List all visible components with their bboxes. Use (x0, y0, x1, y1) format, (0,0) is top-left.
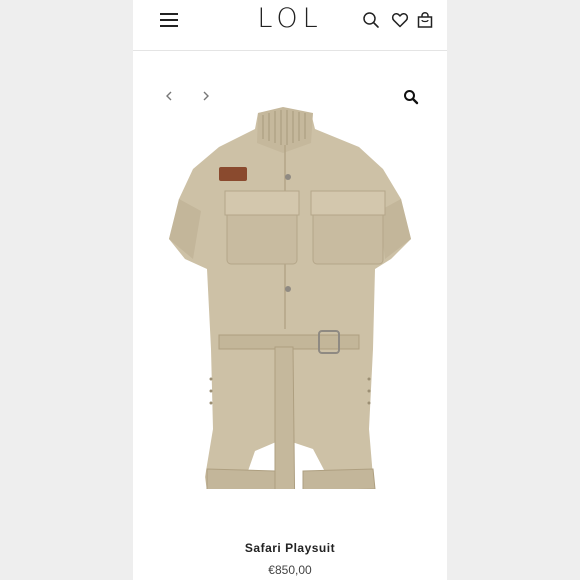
brand-logo[interactable]: LOL (255, 4, 325, 34)
shopping-bag-icon[interactable] (416, 11, 434, 29)
product-gallery (133, 51, 447, 521)
mobile-page: LOL Safari Playsuit €850,00 (133, 0, 447, 580)
site-header: LOL (133, 0, 447, 51)
screen-background: LOL Safari Playsuit €850,00 (0, 0, 580, 580)
product-photo[interactable] (163, 99, 413, 489)
heart-icon[interactable] (391, 11, 409, 29)
search-icon[interactable] (362, 11, 380, 29)
product-title[interactable]: Safari Playsuit (133, 541, 447, 555)
hamburger-menu-icon[interactable] (160, 12, 180, 28)
product-price: €850,00 (268, 563, 312, 577)
